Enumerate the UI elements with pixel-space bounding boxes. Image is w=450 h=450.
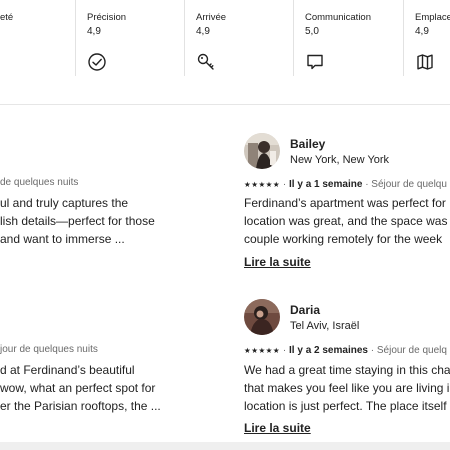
review-text-line: er the Parisian rooftops, the ... [0, 399, 161, 413]
review-stay: de quelques nuits [0, 177, 79, 188]
star-rating: ★★★★★ [244, 180, 281, 189]
avatar-photo [244, 133, 280, 169]
rating-value: 4,9 [196, 26, 210, 37]
review-text-line: ul and truly captures the [0, 196, 129, 210]
review-text-line: We had a great time staying in this cha [244, 363, 450, 377]
review-date: Il y a 2 semaines [289, 345, 368, 356]
rating-label: Arrivée [196, 12, 227, 23]
review-stay: jour de quelques nuits [0, 344, 98, 355]
review-text-line: lish details—perfect for those [0, 214, 155, 228]
reviewer-location: New York, New York [290, 154, 390, 166]
check-circle-icon [88, 53, 106, 71]
rating-label: Communication [305, 12, 371, 23]
rating-value: 5,0 [305, 26, 319, 37]
rating-value: 4,9 [415, 26, 429, 37]
rating-communication: Communication 5,0 [293, 0, 403, 76]
review-text-line: location is just perfect. The place itse… [244, 399, 447, 413]
rating-checkin: Arrivée 4,9 [184, 0, 293, 76]
rating-label: eté [0, 12, 14, 23]
read-more-link[interactable]: Lire la suite [244, 421, 311, 435]
review-text-line: Ferdinand’s apartment was perfect for [244, 196, 446, 210]
map-icon [417, 54, 433, 70]
rating-value: 4,9 [87, 26, 101, 37]
review-text-line: location was great, and the space was [244, 214, 448, 228]
review-stay: Séjour de quelq [376, 345, 447, 356]
review-text-line: and want to immerse ... [0, 232, 125, 246]
review-date: Il y a 1 semaine [289, 179, 363, 190]
review-stay: Séjour de quelqu [371, 179, 447, 190]
speech-bubble-icon [307, 54, 323, 70]
review-text-line: that makes you feel like you are living … [244, 381, 450, 395]
rating-accuracy: Précision 4,9 [75, 0, 184, 76]
rating-location: Emplace 4,9 [403, 0, 450, 76]
ratings-summary: eté Précision 4,9 Arrivée 4,9 Communicat… [0, 0, 450, 105]
reviews-page: eté Précision 4,9 Arrivée 4,9 Communicat… [0, 0, 450, 450]
rating-label: Précision [87, 12, 127, 23]
reviewer-name: Daria [290, 303, 321, 317]
rating-label: Emplace [415, 12, 450, 23]
bottom-divider [0, 442, 450, 450]
avatar[interactable] [244, 133, 280, 169]
key-icon [197, 53, 214, 70]
reviewer-location: Tel Aviv, Israël [290, 320, 360, 332]
review-text-line: couple working remotely for the week [244, 232, 443, 246]
review-meta: ★★★★★ · Il y a 1 semaine · Séjour de que… [244, 179, 447, 190]
star-rating: ★★★★★ [244, 346, 281, 355]
rating-cleanliness: eté [0, 0, 75, 76]
review-text-line: wow, what an perfect spot for [0, 381, 156, 395]
review-meta: ★★★★★ · Il y a 2 semaines · Séjour de qu… [244, 345, 447, 356]
avatar-photo [244, 299, 280, 335]
read-more-link[interactable]: Lire la suite [244, 255, 311, 269]
avatar[interactable] [244, 299, 280, 335]
review-text-line: d at Ferdinand’s beautiful [0, 363, 135, 377]
reviewer-name: Bailey [290, 137, 326, 151]
